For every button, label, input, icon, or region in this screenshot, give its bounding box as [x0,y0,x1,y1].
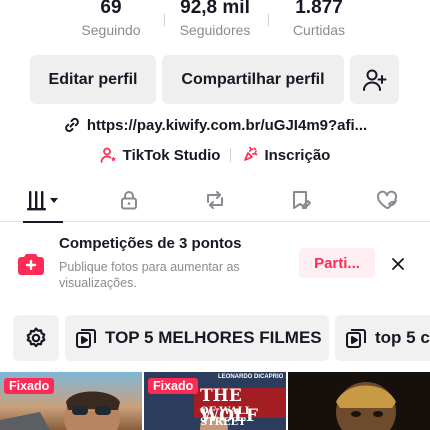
repost-icon [207,191,223,209]
share-profile-button[interactable]: Compartilhar perfil [162,55,344,104]
subscription-link[interactable]: Inscrição [241,146,330,164]
subscription-label: Inscrição [264,146,331,164]
tools-divider [230,148,232,162]
tab-reposts[interactable] [172,178,258,222]
tab-private[interactable] [86,178,172,222]
gear-icon [26,327,46,348]
following-label: Seguindo [81,22,141,38]
likes-stat[interactable]: 1.877 Curtidas [269,0,369,39]
bio-link-text: https://pay.kiwify.com.br/uGJI4m9?afi... [86,116,368,134]
poster-credit: LEONARDO DICAPRIO [218,374,284,380]
video-grid: Fixado LEONARDO DICAPRIO THE WOLF OF WAL… [0,372,430,430]
playlist-settings-button[interactable] [13,315,59,361]
following-stat[interactable]: 69 Seguindo [61,0,161,39]
liked-hidden-icon [376,190,398,209]
poster-subtitle: OF WALL STREET [200,406,252,428]
participate-button[interactable]: Parti... [299,248,375,278]
pinned-badge: Fixado [148,378,199,394]
following-count: 69 [100,0,122,18]
creator-tools: TikTok Studio Inscrição [0,143,430,167]
pinned-badge: Fixado [4,378,55,394]
video-thumbnail[interactable]: LEONARDO DICAPRIO THE WOLF OF WALL STREE… [144,372,286,430]
tiktok-studio-label: TikTok Studio [122,146,221,164]
promo-title: Competições de 3 pontos [59,235,242,252]
close-icon [392,258,404,270]
favorites-icon [293,191,311,209]
likes-count: 1.877 [295,0,343,18]
bio-link[interactable]: https://pay.kiwify.com.br/uGJI4m9?afi... [0,113,430,137]
studio-person-icon [100,147,116,163]
add-user-icon [362,69,386,91]
video-thumbnail[interactable] [288,372,430,430]
promo-banner: Competições de 3 pontos Publique fotos p… [0,223,430,301]
playlists-row: TOP 5 MELHORES FILMES top 5 c [0,315,430,361]
profile-stats: 69 Seguindo 92,8 mil Seguidores 1.877 Cu… [0,0,430,46]
playlist-label: TOP 5 MELHORES FILMES [105,328,322,347]
lock-icon [121,191,137,210]
tiktok-studio-link[interactable]: TikTok Studio [100,146,221,164]
thumbnail-image [288,372,430,430]
add-friend-button[interactable] [350,55,399,104]
followers-count: 92,8 mil [180,0,250,18]
tab-liked[interactable] [344,178,430,222]
playlist-chip[interactable]: top 5 c [335,315,430,361]
playlist-icon [76,329,96,348]
likes-label: Curtidas [292,22,346,38]
playlist-chip[interactable]: TOP 5 MELHORES FILMES [65,315,329,361]
promo-subtitle: Publique fotos para aumentar as visualiz… [59,260,240,290]
playlist-icon [346,329,366,348]
video-thumbnail[interactable]: Fixado [0,372,142,430]
subscription-icon [244,146,258,161]
link-icon [64,117,79,133]
tab-favorites[interactable] [258,178,344,222]
profile-tabs [0,178,430,223]
playlist-label: top 5 c [375,328,430,347]
photo-contest-icon [18,254,44,275]
followers-label: Seguidores [179,22,251,38]
tab-videos[interactable] [0,178,86,223]
followers-stat[interactable]: 92,8 mil Seguidores [165,0,265,39]
videos-grid-icon [27,191,58,211]
promo-close-button[interactable] [387,253,409,275]
edit-profile-button[interactable]: Editar perfil [30,55,156,104]
